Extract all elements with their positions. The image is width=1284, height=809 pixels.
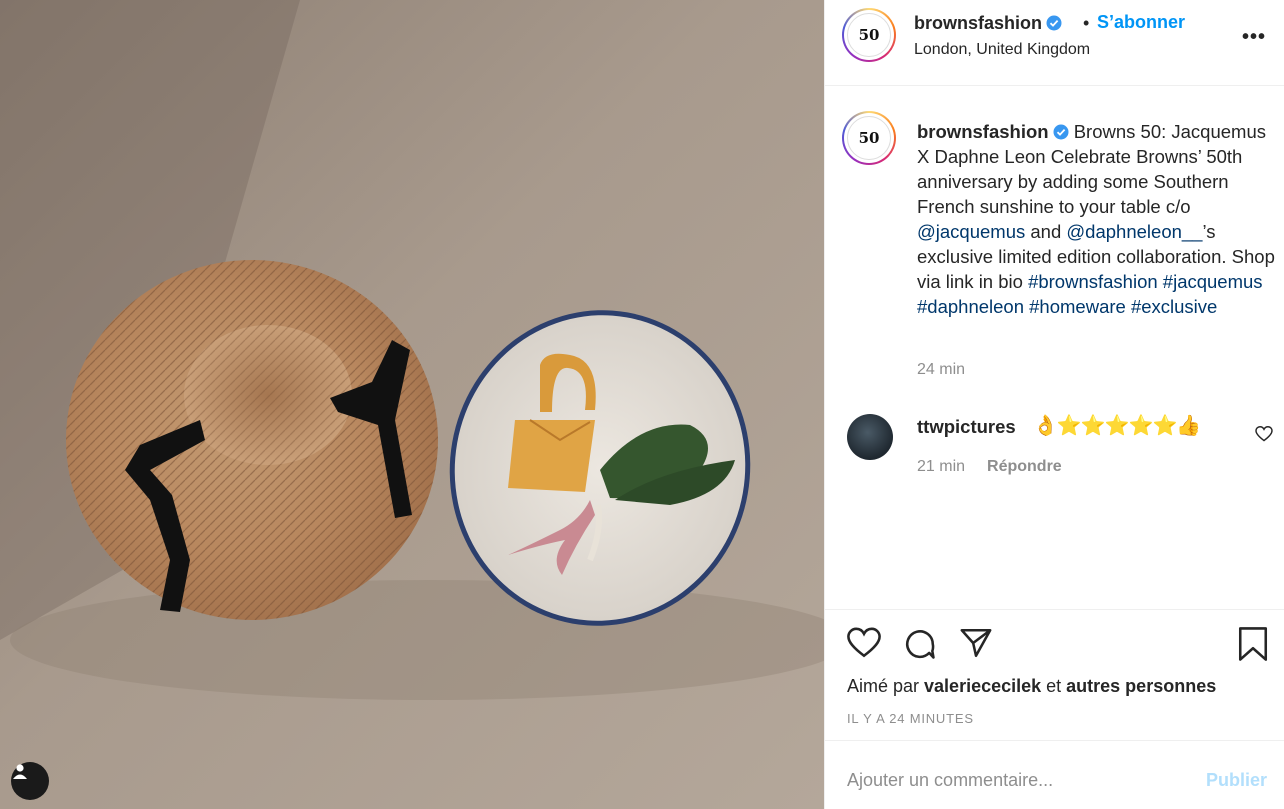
save-bookmark-icon[interactable] <box>1237 627 1269 661</box>
comment-meta: 21 min Répondre <box>917 458 1062 476</box>
commenter-username[interactable]: ttwpictures <box>917 416 1016 438</box>
likes-summary: Aimé par valeriececilek et autres person… <box>847 676 1216 697</box>
caption-username[interactable]: brownsfashion <box>917 121 1049 142</box>
likes-others[interactable]: autres personnes <box>1066 676 1216 696</box>
caption-text: brownsfashion Browns 50: Jacquemus X Dap… <box>917 119 1277 319</box>
likes-middle: et <box>1041 676 1067 696</box>
comment-text: 👌⭐⭐⭐⭐⭐👍 <box>1033 415 1201 437</box>
mention-jacquemus[interactable]: @jacquemus <box>917 221 1025 242</box>
follow-button[interactable]: S’abonner <box>1097 12 1185 33</box>
caption-time[interactable]: 24 min <box>917 361 965 379</box>
post-photo <box>0 0 824 809</box>
publish-button[interactable]: Publier <box>1206 770 1267 791</box>
mention-daphneleon[interactable]: @daphneleon__ <box>1066 221 1202 242</box>
post-image[interactable] <box>0 0 824 809</box>
hashtag-homeware[interactable]: #homeware <box>1029 296 1126 317</box>
likes-prefix: Aimé par <box>847 676 925 696</box>
profile-avatar[interactable]: 50 <box>842 8 896 62</box>
like-heart-icon[interactable] <box>847 627 881 659</box>
hashtag-jacquemus[interactable]: #jacquemus <box>1163 271 1263 292</box>
post-header: 50 brownsfashion • S’abonner London, Uni… <box>825 0 1284 86</box>
hashtag-brownsfashion[interactable]: #brownsfashion <box>1028 271 1158 292</box>
comment-input[interactable]: Ajouter un commentaire... <box>847 770 1053 791</box>
likes-user[interactable]: valeriececilek <box>924 676 1041 696</box>
more-options-icon[interactable]: ••• <box>1242 26 1266 49</box>
post-actions: Aimé par valeriececilek et autres person… <box>825 609 1284 740</box>
post-timestamp[interactable]: IL Y A 24 MINUTES <box>847 711 974 726</box>
post-sidebar: 50 brownsfashion • S’abonner London, Uni… <box>824 0 1284 809</box>
hashtag-daphneleon[interactable]: #daphneleon <box>917 296 1024 317</box>
comment-input-area: Ajouter un commentaire... Publier <box>825 740 1284 809</box>
header-separator: • <box>1083 13 1090 33</box>
action-icons <box>847 627 993 661</box>
username-text[interactable]: brownsfashion <box>914 13 1042 33</box>
avatar-logo: 50 <box>847 13 891 57</box>
share-send-icon[interactable] <box>959 627 993 659</box>
comment-bubble-icon[interactable] <box>903 627 937 661</box>
caption-body-2: and <box>1025 221 1067 242</box>
verified-badge-icon <box>1053 124 1069 140</box>
caption-avatar[interactable]: 50 <box>842 111 896 165</box>
post-location[interactable]: London, United Kingdom <box>914 41 1090 59</box>
hashtag-exclusive[interactable]: #exclusive <box>1131 296 1217 317</box>
comment-like-heart-icon[interactable] <box>1255 426 1273 442</box>
comment-time[interactable]: 21 min <box>917 458 965 475</box>
avatar-logo: 50 <box>847 116 891 160</box>
verified-badge-icon <box>1046 15 1062 31</box>
reply-button[interactable]: Répondre <box>987 458 1062 475</box>
tagged-user-icon[interactable] <box>11 762 49 800</box>
commenter-avatar[interactable] <box>847 414 893 460</box>
header-username[interactable]: brownsfashion <box>914 13 1062 34</box>
